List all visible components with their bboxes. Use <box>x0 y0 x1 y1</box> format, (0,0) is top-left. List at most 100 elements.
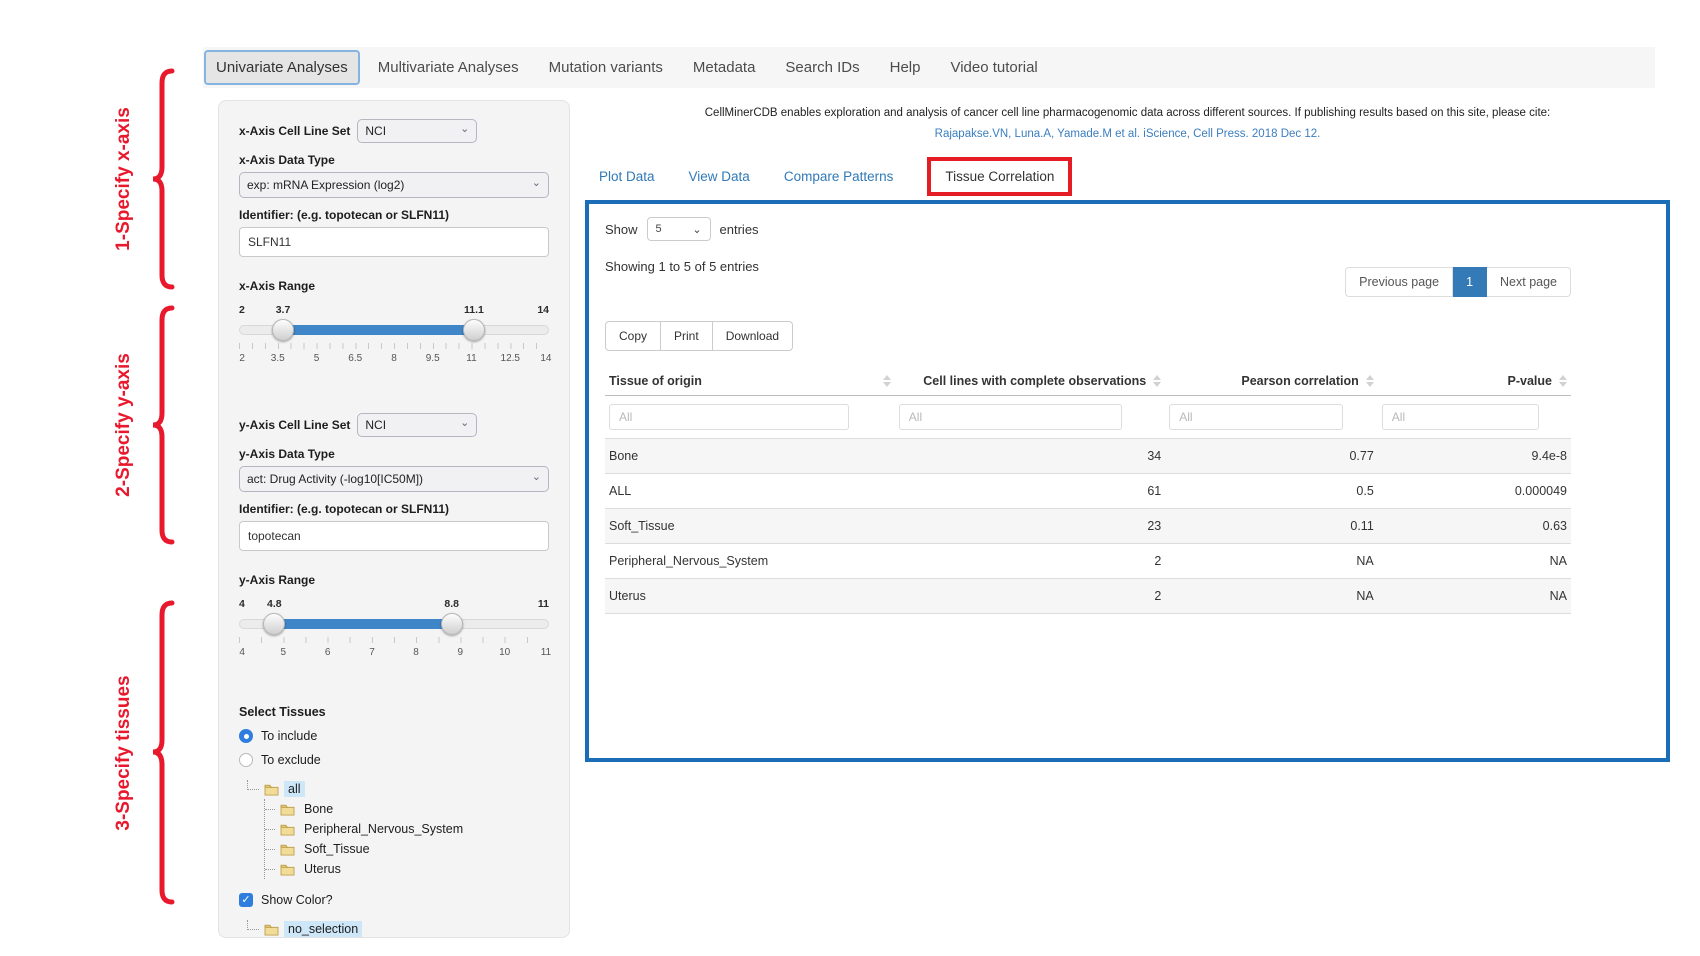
sort-icon[interactable] <box>1559 375 1567 387</box>
copy-button[interactable]: Copy <box>605 321 661 351</box>
tab-tissue-correlation[interactable]: Tissue Correlation <box>945 169 1054 184</box>
tree-node-peripheral-nervous-system-label[interactable]: Peripheral_Nervous_System <box>300 821 467 837</box>
x-axis-data-type-label: x-Axis Data Type <box>239 153 549 167</box>
download-button[interactable]: Download <box>713 321 793 351</box>
nav-tab-metadata[interactable]: Metadata <box>681 50 768 85</box>
nav-tab-multivariate-analyses[interactable]: Multivariate Analyses <box>366 50 531 85</box>
tree-connector <box>265 840 275 850</box>
nav-tab-mutation-variants[interactable]: Mutation variants <box>537 50 675 85</box>
x-axis-identifier-label: Identifier: (e.g. topotecan or SLFN11) <box>239 208 549 222</box>
tree-node-soft-tissue-label[interactable]: Soft_Tissue <box>300 841 374 857</box>
column-header-p-value[interactable]: P-value <box>1378 367 1571 396</box>
sort-icon[interactable] <box>883 375 891 387</box>
column-header-pearson-correlation[interactable]: Pearson correlation <box>1165 367 1378 396</box>
tab-compare-patterns[interactable]: Compare Patterns <box>784 169 894 184</box>
sort-icon[interactable] <box>1153 375 1161 387</box>
x-axis-cell-line-set-select[interactable]: NCI ⌄ <box>357 119 477 143</box>
select-tissues-title: Select Tissues <box>239 705 549 719</box>
x-axis-identifier-input[interactable] <box>239 227 549 257</box>
tick-label: 9.5 <box>426 353 440 364</box>
chevron-down-icon: ⌄ <box>532 178 541 189</box>
y-range-handle-max[interactable] <box>441 613 463 635</box>
x-range-max-label: 14 <box>537 304 549 316</box>
table-cell: Peripheral_Nervous_System <box>605 544 895 579</box>
x-range-min-label: 2 <box>239 304 245 316</box>
pagination: Previous page 1 Next page <box>1345 267 1571 297</box>
brace-bracket-icon <box>150 600 176 905</box>
x-range-fill <box>283 325 474 335</box>
tab-view-data[interactable]: View Data <box>689 169 750 184</box>
to-include-radio-row[interactable]: To include <box>239 729 549 743</box>
y-axis-range-slider: 4 4.8 8.8 11 4 5 6 7 8 9 10 11 <box>239 613 549 677</box>
tree-node-all-label[interactable]: all <box>284 781 305 797</box>
x-range-tickmarks <box>239 343 549 349</box>
y-axis-cell-line-set-select[interactable]: NCI ⌄ <box>357 413 477 437</box>
tree-node-bone[interactable]: Bone <box>265 799 549 819</box>
folder-icon <box>280 863 295 876</box>
nav-tab-video-tutorial[interactable]: Video tutorial <box>938 50 1049 85</box>
tick-label: 5 <box>314 353 320 364</box>
column-header-cell-lines[interactable]: Cell lines with complete observations <box>895 367 1165 396</box>
tree-connector <box>247 920 259 930</box>
previous-page-button[interactable]: Previous page <box>1345 267 1453 297</box>
to-include-radio[interactable] <box>239 729 253 743</box>
y-range-fill <box>274 619 451 629</box>
table-cell: Uterus <box>605 579 895 614</box>
tree-node-peripheral-nervous-system[interactable]: Peripheral_Nervous_System <box>265 819 549 839</box>
next-page-button[interactable]: Next page <box>1487 267 1571 297</box>
tree-node-no-selection-label[interactable]: no_selection <box>284 921 362 937</box>
to-exclude-radio[interactable] <box>239 753 253 767</box>
tree-children: Bone Peripheral_Nervous_System Soft_Tiss… <box>264 799 549 879</box>
page-number-button[interactable]: 1 <box>1453 267 1487 297</box>
tree-node-all[interactable]: all <box>247 779 549 799</box>
filter-p-value[interactable] <box>1382 404 1539 430</box>
show-color-row[interactable]: ✓ Show Color? <box>239 893 549 907</box>
citation-link[interactable]: Rajapakse.VN, Luna.A, Yamade.M et al. iS… <box>585 124 1670 145</box>
sort-icon[interactable] <box>1366 375 1374 387</box>
x-axis-range-slider: 2 3.7 11.1 14 2 3.5 5 6.5 8 9.5 11 12.5 … <box>239 319 549 383</box>
tick-label: 11 <box>541 647 551 658</box>
tree-node-uterus-label[interactable]: Uterus <box>300 861 345 877</box>
tree-node-bone-label[interactable]: Bone <box>300 801 337 817</box>
entries-select[interactable]: 5 ⌄ <box>647 217 711 241</box>
tab-plot-data[interactable]: Plot Data <box>599 169 655 184</box>
x-range-handle-max[interactable] <box>463 319 485 341</box>
tree-connector <box>247 780 259 790</box>
tree-node-soft-tissue[interactable]: Soft_Tissue <box>265 839 549 859</box>
y-axis-cell-line-set-label: y-Axis Cell Line Set <box>239 418 350 432</box>
tissue-correlation-highlight-box: Tissue Correlation <box>927 157 1072 196</box>
tree-node-uterus[interactable]: Uterus <box>265 859 549 879</box>
y-range-handle-min[interactable] <box>263 613 285 635</box>
table-cell: 0.63 <box>1378 509 1571 544</box>
y-range-from-label: 4.8 <box>267 598 282 610</box>
table-header-row: Tissue of origin Cell lines with complet… <box>605 367 1571 396</box>
table-cell: Soft_Tissue <box>605 509 895 544</box>
tissue-correlation-table: Tissue of origin Cell lines with complet… <box>605 367 1571 614</box>
filter-pearson-correlation[interactable] <box>1169 404 1343 430</box>
tick-label: 2 <box>239 353 245 364</box>
x-range-handle-min[interactable] <box>272 319 294 341</box>
annotation-step3: 3-Specify tissues <box>92 600 178 905</box>
show-color-checkbox[interactable]: ✓ <box>239 893 253 907</box>
annotation-step1-label: 1-Specify x-axis <box>113 107 135 251</box>
table-cell: 61 <box>895 474 1165 509</box>
y-axis-identifier-input[interactable] <box>239 521 549 551</box>
to-exclude-radio-row[interactable]: To exclude <box>239 753 549 767</box>
table-row: Peripheral_Nervous_System 2 NA NA <box>605 544 1571 579</box>
y-axis-data-type-select[interactable]: act: Drug Activity (-log10[IC50M]) ⌄ <box>239 466 549 492</box>
print-button[interactable]: Print <box>661 321 713 351</box>
column-header-tissue-of-origin[interactable]: Tissue of origin <box>605 367 895 396</box>
filter-cell-lines[interactable] <box>899 404 1122 430</box>
nav-tab-search-ids[interactable]: Search IDs <box>773 50 871 85</box>
filter-tissue-of-origin[interactable] <box>609 404 849 430</box>
tick-label: 3.5 <box>271 353 285 364</box>
column-header-label: Tissue of origin <box>609 374 702 388</box>
tick-label: 12.5 <box>501 353 520 364</box>
nav-tab-univariate-analyses[interactable]: Univariate Analyses <box>204 50 360 85</box>
tick-label: 9 <box>458 647 464 658</box>
nav-tab-help[interactable]: Help <box>878 50 933 85</box>
tree-node-no-selection[interactable]: no_selection <box>247 919 549 939</box>
tick-label: 7 <box>369 647 375 658</box>
x-axis-data-type-select[interactable]: exp: mRNA Expression (log2) ⌄ <box>239 172 549 198</box>
table-cell: 0.77 <box>1165 439 1378 474</box>
